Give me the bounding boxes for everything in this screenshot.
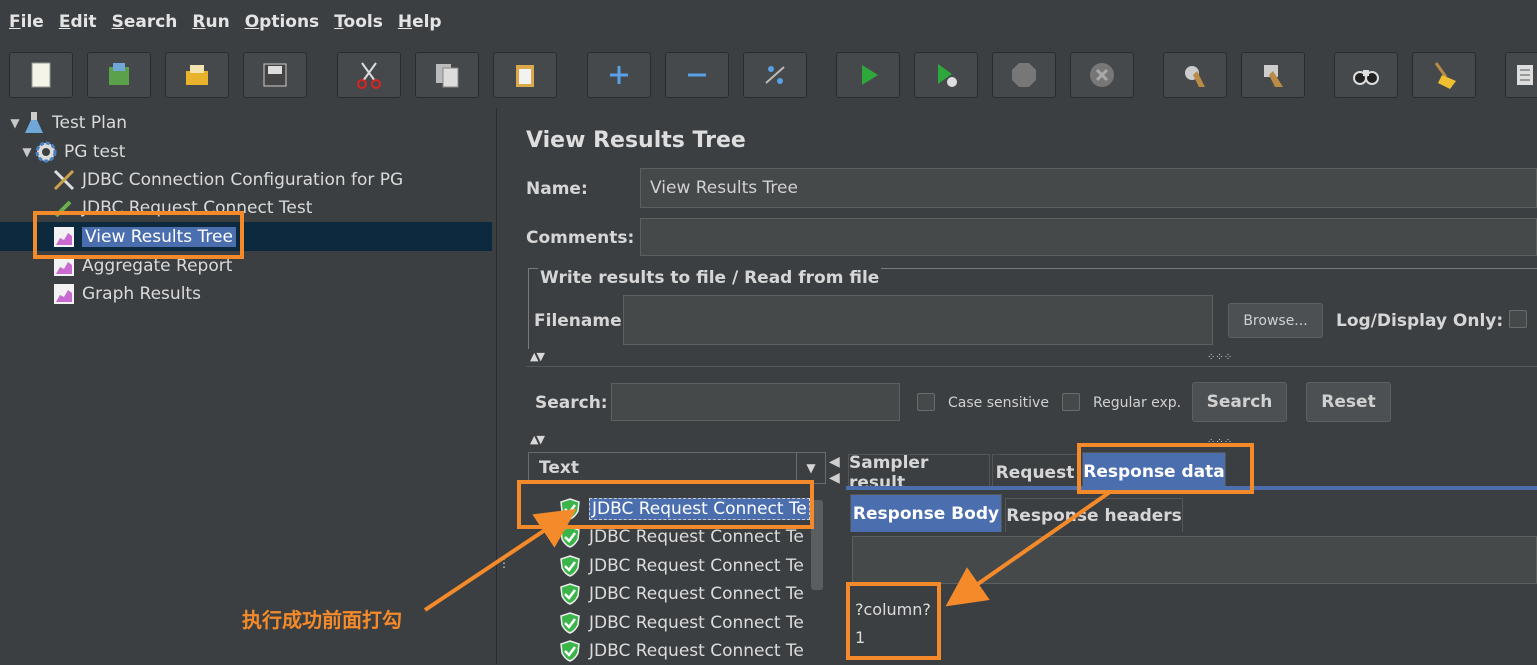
annotation-arrows (423, 490, 1112, 612)
arrow-to-result-row (423, 508, 577, 612)
arrow-to-response-body (945, 490, 1112, 607)
